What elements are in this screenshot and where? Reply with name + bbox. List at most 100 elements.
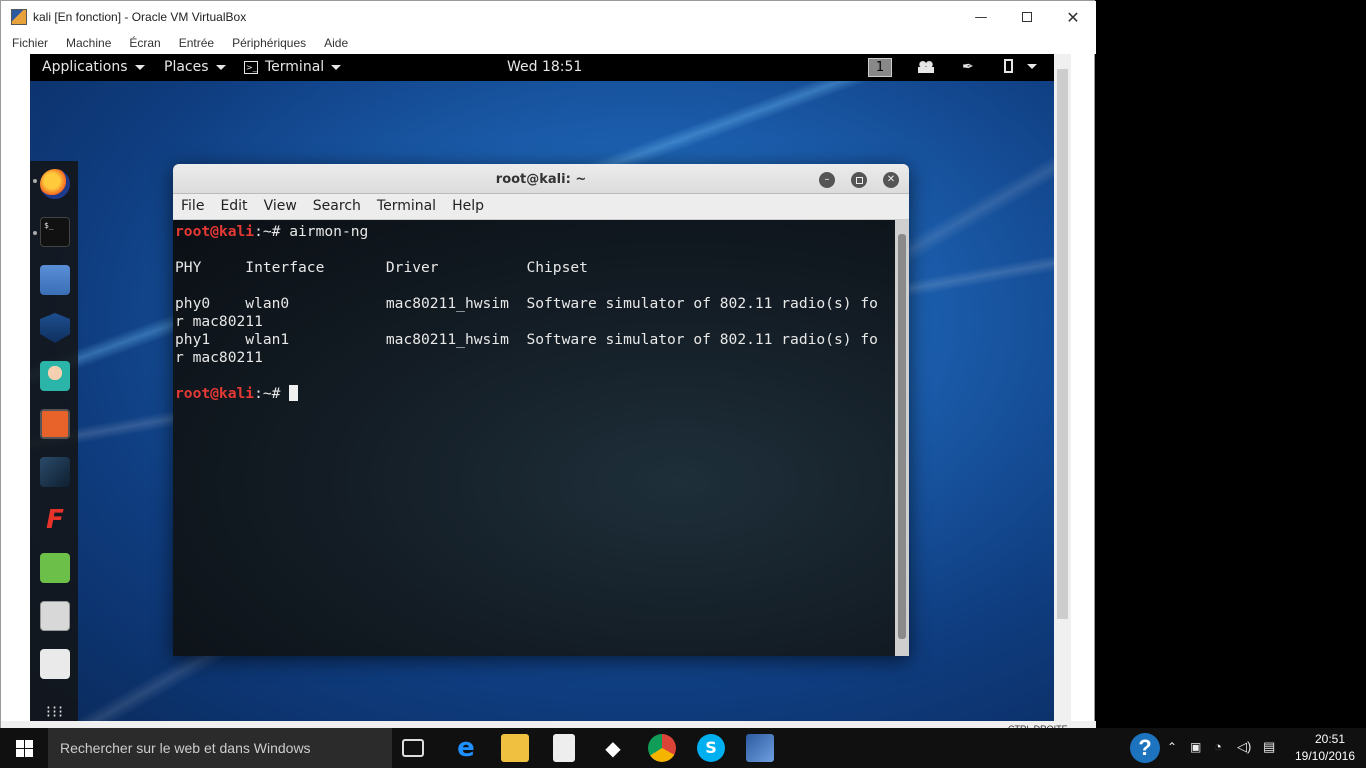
maximize-icon [1022,12,1032,22]
terminal-minimize-button[interactable]: – [819,172,835,188]
virtualbox-taskbar-icon[interactable] [746,734,774,762]
term-menu-search[interactable]: Search [305,194,369,219]
terminal-close-button[interactable]: ✕ [883,172,899,188]
chevron-down-icon [215,64,226,70]
menu-aide[interactable]: Aide [324,33,348,54]
terminal-icon[interactable]: $_ [40,217,70,247]
task-view-icon[interactable] [402,739,424,757]
battery-icon [1004,59,1013,73]
menu-machine[interactable]: Machine [66,33,111,54]
beef-icon[interactable] [40,457,70,487]
vbox-scroll-thumb[interactable] [1057,69,1068,619]
dropbox-icon[interactable]: ◆ [599,734,627,762]
taskbar-clock-date[interactable]: 19/10/2016 [1290,749,1360,763]
system-menu[interactable] [1004,59,1037,73]
vbox-menubar: Fichier Machine Écran Entrée Périphériqu… [1,33,1096,54]
places-label: Places [164,59,209,75]
kali-dock: $_ F ⁝⁝⁝ [30,161,78,721]
terminal-output[interactable]: root@kali:~# airmon-ng PHY Interface Driv… [173,220,895,656]
terminal-maximize-button[interactable] [851,172,867,188]
taskbar-clock-time[interactable]: 20:51 [1300,732,1360,746]
menu-fichier[interactable]: Fichier [12,33,48,54]
applications-menu[interactable]: Applications [42,59,145,75]
running-indicator [33,231,37,235]
close-icon: ✕ [886,174,896,185]
minimize-button[interactable]: — [958,1,1004,33]
windows-taskbar: Rechercher sur le web et dans Windows e … [0,728,1366,768]
maximize-icon [855,176,863,184]
start-button[interactable] [0,728,48,768]
prompt-suffix: :~# [254,223,290,240]
files-icon[interactable] [40,265,70,295]
chevron-down-icon [1027,63,1037,69]
term-menu-help[interactable]: Help [444,194,492,219]
menu-peripheriques[interactable]: Périphériques [232,33,306,54]
clock-label: Wed 18:51 [507,59,583,75]
terminal-title: root@kali: ~ [495,172,587,187]
term-menu-view[interactable]: View [256,194,305,219]
file-explorer-icon[interactable] [501,734,529,762]
faraday-icon[interactable]: F [40,505,70,535]
chrome-icon[interactable] [648,734,676,762]
terminal-menubar: File Edit View Search Terminal Help [173,194,909,220]
terminal-window: root@kali: ~ – ✕ File Edit View Search T… [173,164,909,656]
output-row: phy1 wlan1 mac80211_hwsim Software simul… [175,331,878,348]
armitage-icon[interactable] [40,361,70,391]
terminal-titlebar[interactable]: root@kali: ~ – ✕ [173,164,909,194]
output-row-wrap: r mac80211 [175,349,263,366]
pen-tool-icon[interactable]: ✒ [962,59,978,75]
vbox-window-title: kali [En fonction] - Oracle VM VirtualBo… [33,10,247,24]
output-row: phy0 wlan0 mac80211_hwsim Software simul… [175,295,878,312]
prompt-suffix: :~# [254,385,290,402]
term-menu-file[interactable]: File [173,194,212,219]
prompt-user: root@kali [175,385,255,402]
chevron-up-icon[interactable]: ⌃ [1167,740,1177,768]
terminal-app-menu[interactable]: >_ Terminal [244,59,342,75]
wifi-icon[interactable]: ◔ [1214,739,1222,768]
vbox-vertical-scrollbar[interactable] [1054,54,1071,721]
show-apps-icon[interactable]: ⁝⁝⁝ [40,697,70,721]
terminal-scrollbar[interactable] [895,220,909,656]
term-menu-terminal[interactable]: Terminal [369,194,444,219]
settings-icon[interactable] [40,649,70,679]
leafpad-icon[interactable] [40,553,70,583]
running-indicator [33,179,37,183]
people-icon[interactable] [918,60,934,73]
store-icon[interactable] [553,734,575,762]
term-menu-edit[interactable]: Edit [212,194,255,219]
network-icon[interactable]: ▣ [1190,740,1201,768]
menu-ecran[interactable]: Écran [129,33,160,54]
panel-clock[interactable]: Wed 18:51 [507,59,582,75]
metasploit-icon[interactable] [40,313,70,343]
applications-label: Applications [42,59,128,75]
windows-logo-icon [15,739,33,757]
help-icon[interactable]: ? [1130,733,1160,763]
skype-icon[interactable]: S [697,734,725,762]
taskbar-search-input[interactable]: Rechercher sur le web et dans Windows [48,728,392,768]
burpsuite-icon[interactable] [40,409,70,439]
vbox-titlebar: kali [En fonction] - Oracle VM VirtualBo… [1,1,1096,33]
terminal-scroll-thumb[interactable] [898,234,906,639]
kali-top-panel: Applications Places >_ Terminal Wed 18:5… [30,54,1054,81]
menu-entree[interactable]: Entrée [179,33,214,54]
vm-display[interactable]: Applications Places >_ Terminal Wed 18:5… [30,54,1054,721]
cherrytree-icon[interactable] [40,601,70,631]
command-text: airmon-ng [289,223,369,240]
output-row-wrap: r mac80211 [175,313,263,330]
places-menu[interactable]: Places [164,59,226,75]
terminal-small-icon: >_ [244,60,258,74]
edge-icon[interactable]: e [452,734,480,762]
volume-icon[interactable]: ◁) [1237,739,1251,768]
terminal-label: Terminal [265,59,325,75]
output-header: PHY Interface Driver Chipset [175,259,588,276]
command-line: root@kali:~# airmon-ng [175,223,895,241]
prompt-line: root@kali:~# [175,385,895,403]
action-center-icon[interactable]: ▤ [1263,739,1275,768]
close-button[interactable]: ✕ [1050,1,1096,33]
maximize-button[interactable] [1004,1,1050,33]
chevron-down-icon [331,64,342,70]
workspace-indicator[interactable]: 1 [868,58,892,77]
firefox-icon[interactable] [40,169,70,199]
